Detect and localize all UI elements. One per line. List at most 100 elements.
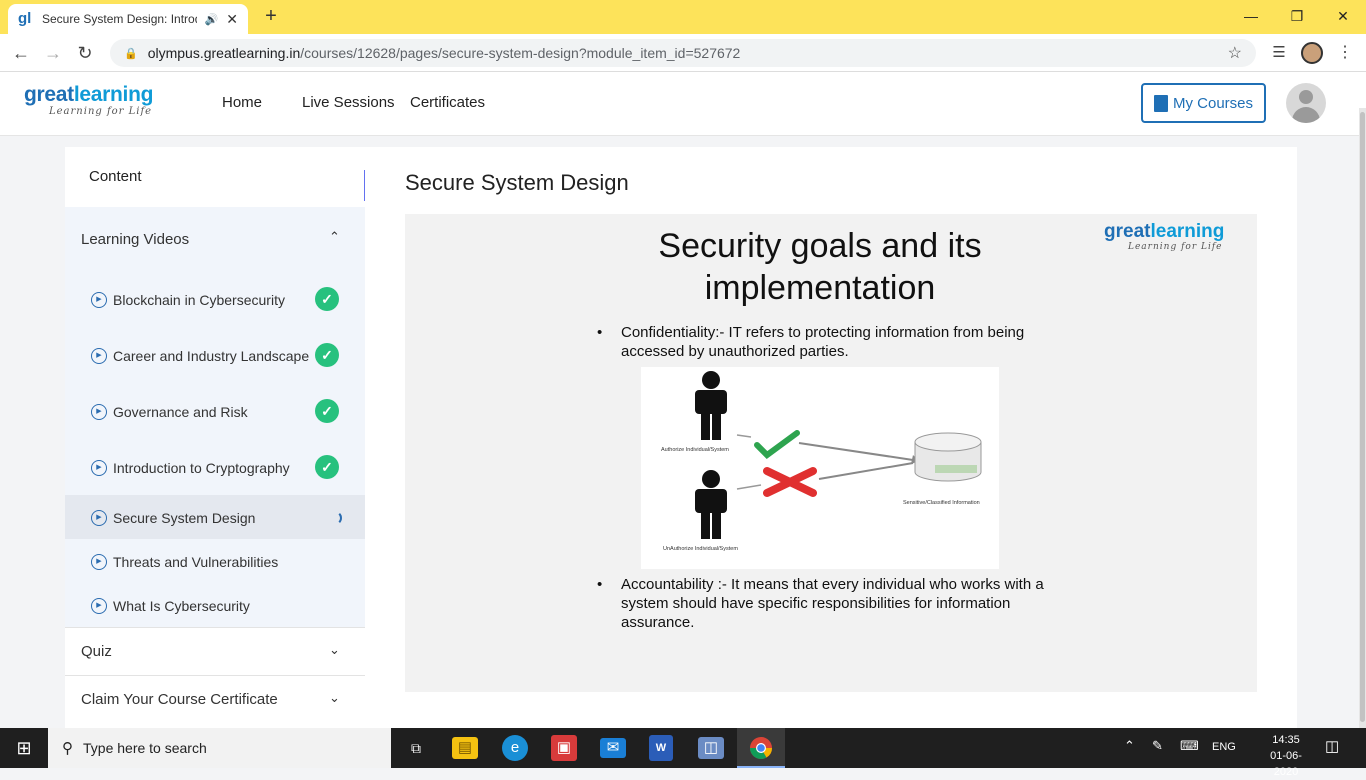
gift-app-icon[interactable]: ▣ xyxy=(551,735,577,761)
unauthorized-person-icon xyxy=(695,470,727,539)
bullet-dot: • xyxy=(597,576,603,593)
close-tab-icon[interactable]: ✕ xyxy=(226,11,238,28)
tray-chevron-up-icon[interactable]: ⌃ xyxy=(1124,738,1135,754)
minimize-icon[interactable]: — xyxy=(1236,6,1266,26)
taskbar-clock[interactable]: 14:35 01-06-2020 xyxy=(1262,732,1310,780)
reload-icon[interactable]: ↻ xyxy=(74,42,96,64)
learning-videos-header[interactable]: Learning Videos xyxy=(81,231,189,248)
task-view-icon[interactable]: ⧉ xyxy=(401,733,431,763)
bookmark-star-icon[interactable]: ☆ xyxy=(1228,43,1242,63)
file-explorer-icon[interactable]: ▤ xyxy=(452,737,478,759)
nav-certificates[interactable]: Certificates xyxy=(410,94,485,111)
keyboard-icon[interactable]: ⌨ xyxy=(1180,738,1199,754)
language-indicator[interactable]: ENG xyxy=(1212,741,1236,753)
profile-avatar-icon[interactable] xyxy=(1301,42,1323,64)
pen-icon[interactable]: ✎ xyxy=(1152,738,1163,754)
video-item-governance[interactable]: ▶ Governance and Risk ✓ xyxy=(65,392,365,432)
mail-icon[interactable]: ✉ xyxy=(600,738,626,758)
url-path: /courses/12628/pages/secure-system-desig… xyxy=(300,45,741,61)
windows-start-icon[interactable]: ⊞ xyxy=(0,728,48,768)
taskbar-search-placeholder: Type here to search xyxy=(83,740,207,756)
video-item-label: Blockchain in Cybersecurity xyxy=(113,292,285,308)
search-icon: ⚲ xyxy=(62,740,73,757)
video-item-what-is-cybersecurity[interactable]: ▶ What Is Cybersecurity xyxy=(65,586,365,626)
chevron-down-icon: ⌄ xyxy=(329,642,340,657)
loading-spinner-icon xyxy=(328,511,342,525)
restore-icon[interactable]: ❐ xyxy=(1282,6,1312,26)
quiz-section-label: Quiz xyxy=(81,643,112,660)
play-circle-icon: ▶ xyxy=(91,404,107,420)
video-item-career[interactable]: ▶ Career and Industry Landscape ✓ xyxy=(65,336,365,376)
play-circle-icon: ▶ xyxy=(91,460,107,476)
clock-time: 14:35 xyxy=(1272,734,1300,746)
video-item-cryptography[interactable]: ▶ Introduction to Cryptography ✓ xyxy=(65,448,365,488)
media-queue-icon[interactable]: ☰ xyxy=(1268,42,1290,64)
edge-browser-icon[interactable]: e xyxy=(502,735,528,761)
video-item-blockchain[interactable]: ▶ Blockchain in Cybersecurity ✓ xyxy=(65,280,365,320)
completed-check-icon: ✓ xyxy=(315,399,339,423)
connector-line xyxy=(736,434,752,438)
slide-logo-learning: learning xyxy=(1150,221,1225,242)
browser-tab-active[interactable]: gl Secure System Design: Introd 🔊 ✕ xyxy=(8,4,248,34)
avatar-head-shape xyxy=(1299,90,1313,104)
play-circle-icon: ▶ xyxy=(91,510,107,526)
slide-bullet-confidentiality: Confidentiality:- IT refers to protectin… xyxy=(621,324,1025,360)
unauthorized-label: UnAuthorize Individual/System xyxy=(663,546,738,552)
database-label: Sensitive/Classified Information xyxy=(903,500,980,506)
url-host: olympus.greatlearning.in xyxy=(147,45,301,61)
url-bar[interactable]: 🔒 olympus.greatlearning.in/courses/12628… xyxy=(110,39,1256,67)
back-arrow-icon[interactable]: ← xyxy=(10,42,32,64)
confidentiality-diagram: Authorize Individual/System UnAuthorize … xyxy=(641,367,999,569)
speaker-icon[interactable]: 🔊 xyxy=(205,13,219,26)
slide-title-line2: implementation xyxy=(704,269,936,307)
greatlearning-logo[interactable]: greatlearning Learning for Life xyxy=(24,84,184,124)
slide-logo-tagline: Learning for Life xyxy=(1128,242,1223,252)
nav-live-sessions[interactable]: Live Sessions xyxy=(302,94,395,111)
tab-title: Secure System Design: Introd xyxy=(42,12,197,26)
video-item-label: What Is Cybersecurity xyxy=(113,598,250,614)
my-courses-button[interactable]: My Courses xyxy=(1141,83,1266,123)
play-circle-icon: ▶ xyxy=(91,292,107,308)
logo-word-great: great xyxy=(24,83,74,106)
gl-favicon-icon: gl xyxy=(18,10,32,27)
video-item-label: Threats and Vulnerabilities xyxy=(113,554,279,570)
authorized-person-icon xyxy=(695,371,727,440)
chevron-up-icon[interactable]: ⌃ xyxy=(329,229,340,245)
certificate-section-header[interactable]: Claim Your Course Certificate ⌄ xyxy=(65,675,365,722)
access-arrow-line xyxy=(798,442,914,461)
notifications-icon[interactable]: ◫ xyxy=(1325,737,1339,755)
book-icon xyxy=(1153,94,1168,112)
page-scrollbar-thumb[interactable] xyxy=(1360,112,1365,722)
taskbar-search-box[interactable]: ⚲ Type here to search xyxy=(48,728,391,768)
forward-arrow-icon[interactable]: → xyxy=(42,42,64,64)
chrome-icon xyxy=(750,737,772,759)
logo-tagline: Learning for Life xyxy=(49,106,153,117)
new-tab-button[interactable]: + xyxy=(262,6,280,26)
completed-check-icon: ✓ xyxy=(315,343,339,367)
slide-logo-great: great xyxy=(1104,221,1151,242)
nav-home[interactable]: Home xyxy=(222,94,262,111)
desktop-app-icon[interactable]: ◫ xyxy=(698,737,724,759)
quiz-section-header[interactable]: Quiz ⌄ xyxy=(65,627,365,674)
denied-arrow-line xyxy=(818,462,914,480)
word-icon[interactable]: W xyxy=(649,735,673,761)
video-item-label: Governance and Risk xyxy=(113,404,248,420)
logo-word-learning: learning xyxy=(73,83,154,106)
chrome-taskbar-button[interactable] xyxy=(737,728,785,768)
video-item-threats[interactable]: ▶ Threats and Vulnerabilities xyxy=(65,542,365,582)
completed-check-icon: ✓ xyxy=(315,455,339,479)
user-avatar[interactable] xyxy=(1286,83,1326,123)
avatar-body-shape xyxy=(1292,107,1320,123)
lock-icon[interactable]: 🔒 xyxy=(124,47,138,60)
video-item-secure-system-design[interactable]: ▶ Secure System Design xyxy=(65,498,365,538)
my-courses-label: My Courses xyxy=(1172,94,1254,112)
close-window-icon[interactable]: ✕ xyxy=(1328,6,1358,26)
chevron-down-icon: ⌄ xyxy=(329,690,340,705)
red-cross-icon xyxy=(763,467,817,497)
play-circle-icon: ▶ xyxy=(91,348,107,364)
completed-check-icon: ✓ xyxy=(315,287,339,311)
slide-greatlearning-logo: greatlearning Learning for Life xyxy=(1104,221,1225,253)
kebab-menu-icon[interactable]: ⋮ xyxy=(1334,42,1356,64)
database-icon xyxy=(914,432,982,482)
diagram-svg: Authorize Individual/System UnAuthorize … xyxy=(661,371,982,552)
